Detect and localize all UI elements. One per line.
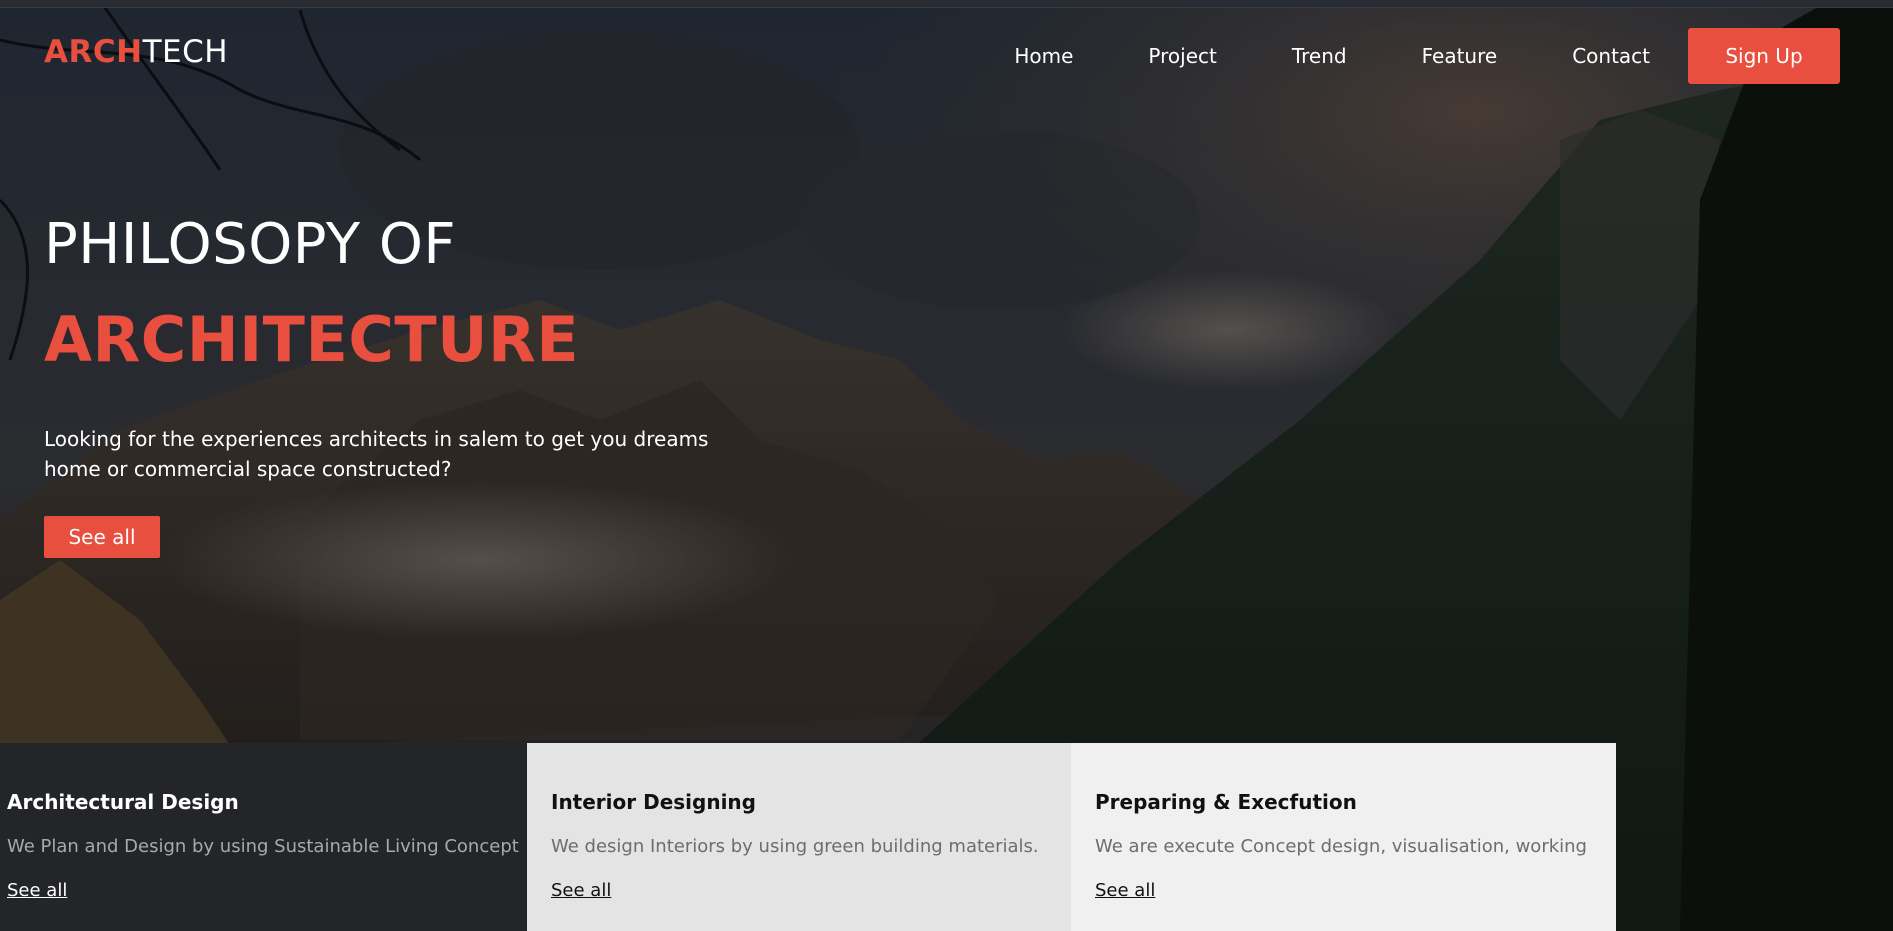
service-card-text: We Plan and Design by using Sustainable … [7, 836, 519, 857]
nav-project-link[interactable]: Project [1148, 44, 1216, 68]
service-card-architectural-design: Architectural Design We Plan and Design … [0, 743, 527, 931]
service-card-title: Preparing & Execfution [1095, 790, 1357, 814]
service-card-see-all-link[interactable]: See all [1095, 880, 1155, 901]
hero-title-line1: PHILOSOPY OF [44, 212, 457, 277]
service-card-see-all-link[interactable]: See all [7, 880, 67, 901]
sign-up-button[interactable]: Sign Up [1688, 28, 1840, 84]
brand-logo-rest: TECH [142, 34, 229, 70]
nav-contact-link[interactable]: Contact [1572, 44, 1650, 68]
service-card-interior-designing: Interior Designing We design Interiors b… [527, 743, 1071, 931]
hero-see-all-button[interactable]: See all [44, 516, 160, 558]
services-section: Architectural Design We Plan and Design … [0, 743, 1616, 931]
hero-title-line2: ARCHITECTURE [44, 303, 580, 376]
nav-home-link[interactable]: Home [1014, 44, 1073, 68]
main-nav: Home Project Trend Feature Contact Sign … [1014, 28, 1840, 84]
brand-logo-accent: ARCH [44, 34, 143, 70]
service-card-text: We design Interiors by using green build… [551, 836, 1039, 857]
service-card-preparing-execution: Preparing & Execfution We are execute Co… [1071, 743, 1616, 931]
browser-top-strip [0, 0, 1893, 8]
service-card-title: Interior Designing [551, 790, 756, 814]
brand-logo[interactable]: ARCHTECH [44, 32, 228, 72]
hero-description: Looking for the experiences architects i… [44, 427, 709, 481]
nav-feature-link[interactable]: Feature [1422, 44, 1498, 68]
service-card-see-all-link[interactable]: See all [551, 880, 611, 901]
nav-trend-link[interactable]: Trend [1292, 44, 1347, 68]
service-card-text: We are execute Concept design, visualisa… [1095, 836, 1587, 857]
service-card-title: Architectural Design [7, 790, 239, 814]
